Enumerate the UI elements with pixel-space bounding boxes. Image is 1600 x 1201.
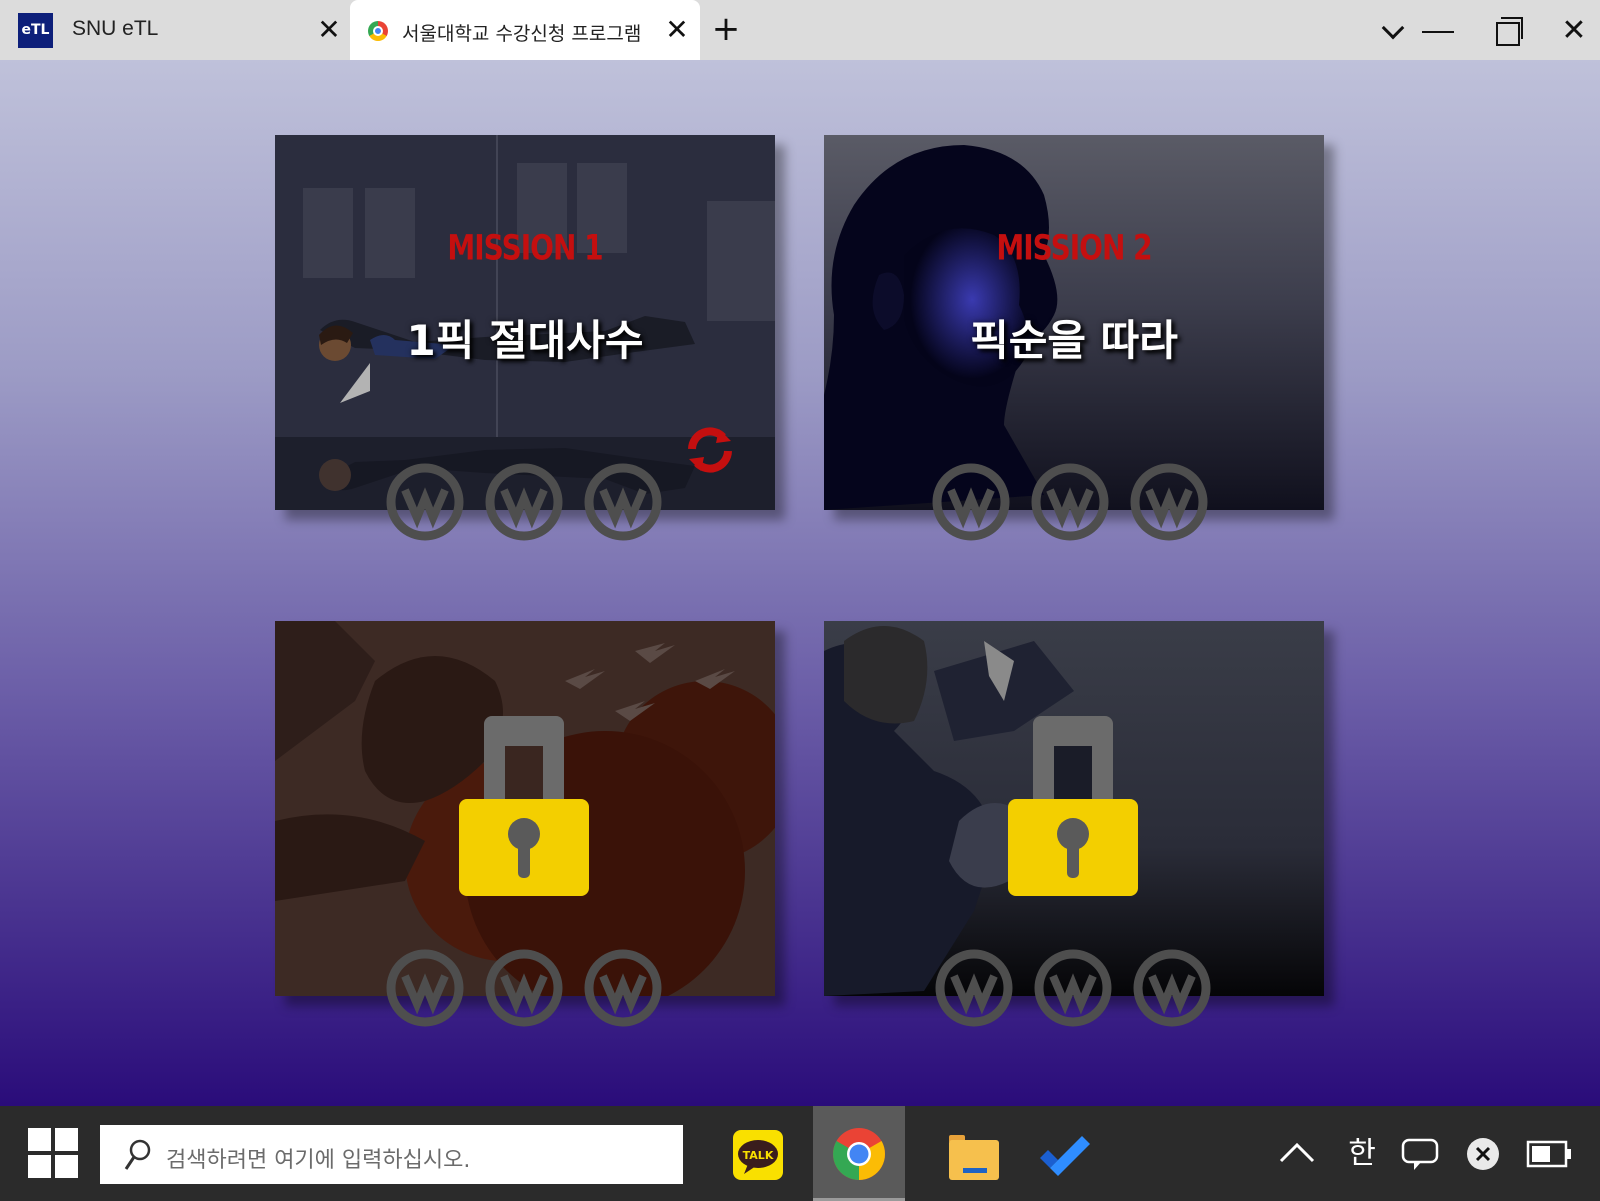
chrome-icon — [833, 1128, 885, 1180]
medal-icon — [935, 949, 1013, 1027]
medal-icon — [584, 949, 662, 1027]
mission-card-2[interactable]: MISSION 2 픽순을 따라 — [824, 135, 1324, 541]
mission-card-1[interactable]: MISSION 1 1픽 절대사수 — [275, 135, 775, 541]
etl-icon: eTL — [18, 13, 53, 48]
medal-icon — [485, 949, 563, 1027]
new-tab-button[interactable]: + — [710, 11, 742, 47]
mission-4-medals — [934, 948, 1212, 1028]
windows-start-button[interactable] — [28, 1128, 78, 1178]
mission-1-medals — [385, 462, 663, 542]
mission-2-medals — [931, 462, 1209, 542]
tab-title: 서울대학교 수강신청 프로그램 — [402, 23, 642, 45]
mission-select-page: MISSION 1 1픽 절대사수 MISSION 2 픽순을 따라 — [0, 60, 1600, 1106]
chrome-taskbar-button[interactable] — [813, 1106, 905, 1201]
mission-1-title: 1픽 절대사수 — [406, 316, 644, 365]
medal-icon — [932, 463, 1010, 541]
kakaotalk-icon: TALK — [733, 1130, 783, 1180]
tab-search-chevron-icon[interactable] — [1375, 14, 1411, 48]
todo-check-icon — [1040, 1136, 1090, 1176]
medal-icon — [485, 463, 563, 541]
mission-3-medals — [385, 948, 663, 1028]
medal-icon — [386, 949, 464, 1027]
tab-snu-etl[interactable]: eTL SNU eTL ✕ — [0, 0, 350, 60]
search-placeholder: 검색하려면 여기에 입력하십시오. — [166, 1148, 471, 1173]
medal-icon — [1031, 463, 1109, 541]
tray-close-button[interactable] — [1463, 1106, 1503, 1201]
medal-icon — [386, 463, 464, 541]
folder-icon — [949, 1135, 999, 1180]
close-icon[interactable]: ✕ — [314, 13, 344, 47]
ime-indicator[interactable]: 한 — [1344, 1106, 1380, 1201]
medal-icon — [1130, 463, 1208, 541]
mission-card-3-locked[interactable] — [275, 621, 775, 1027]
taskbar-search-input[interactable]: 검색하려면 여기에 입력하십시오. — [100, 1125, 683, 1184]
refresh-icon[interactable] — [683, 423, 737, 477]
battery-indicator[interactable] — [1525, 1106, 1575, 1201]
notification-button[interactable] — [1400, 1106, 1440, 1201]
browser-tab-bar: eTL SNU eTL ✕ 서울대학교 수강신청 프로그램 ✕ + ✕ — [0, 0, 1600, 60]
close-circle-icon — [1467, 1138, 1499, 1170]
lock-icon — [1008, 716, 1138, 896]
microsoft-todo-taskbar-button[interactable] — [1020, 1106, 1112, 1201]
windows-taskbar: 검색하려면 여기에 입력하십시오. TALK 한 — [0, 1106, 1600, 1201]
tab-title: SNU eTL — [72, 17, 159, 40]
close-icon[interactable]: ✕ — [662, 13, 692, 47]
lock-icon — [459, 716, 589, 896]
maximize-button[interactable] — [1490, 14, 1526, 48]
file-explorer-taskbar-button[interactable] — [925, 1106, 1017, 1201]
medal-icon — [1034, 949, 1112, 1027]
chevron-up-icon — [1279, 1142, 1315, 1163]
search-icon — [124, 1139, 151, 1170]
speech-bubble-icon — [1401, 1138, 1439, 1170]
mission-card-4-locked[interactable] — [824, 621, 1324, 1027]
window-close-button[interactable]: ✕ — [1556, 14, 1592, 48]
battery-icon — [1526, 1140, 1571, 1168]
tab-course-registration[interactable]: 서울대학교 수강신청 프로그램 ✕ — [350, 0, 700, 60]
mission-2-title: 픽순을 따라 — [970, 316, 1178, 365]
show-hidden-icons-button[interactable] — [1277, 1106, 1317, 1201]
medal-icon — [584, 463, 662, 541]
mission-1-label: MISSION 1 — [447, 226, 603, 269]
kakao-label: TALK — [743, 1149, 774, 1162]
minimize-button[interactable] — [1420, 14, 1456, 48]
medal-icon — [1133, 949, 1211, 1027]
mission-2-label: MISSION 2 — [996, 226, 1152, 269]
chrome-icon — [368, 21, 388, 41]
kakaotalk-taskbar-button[interactable]: TALK — [726, 1106, 818, 1201]
